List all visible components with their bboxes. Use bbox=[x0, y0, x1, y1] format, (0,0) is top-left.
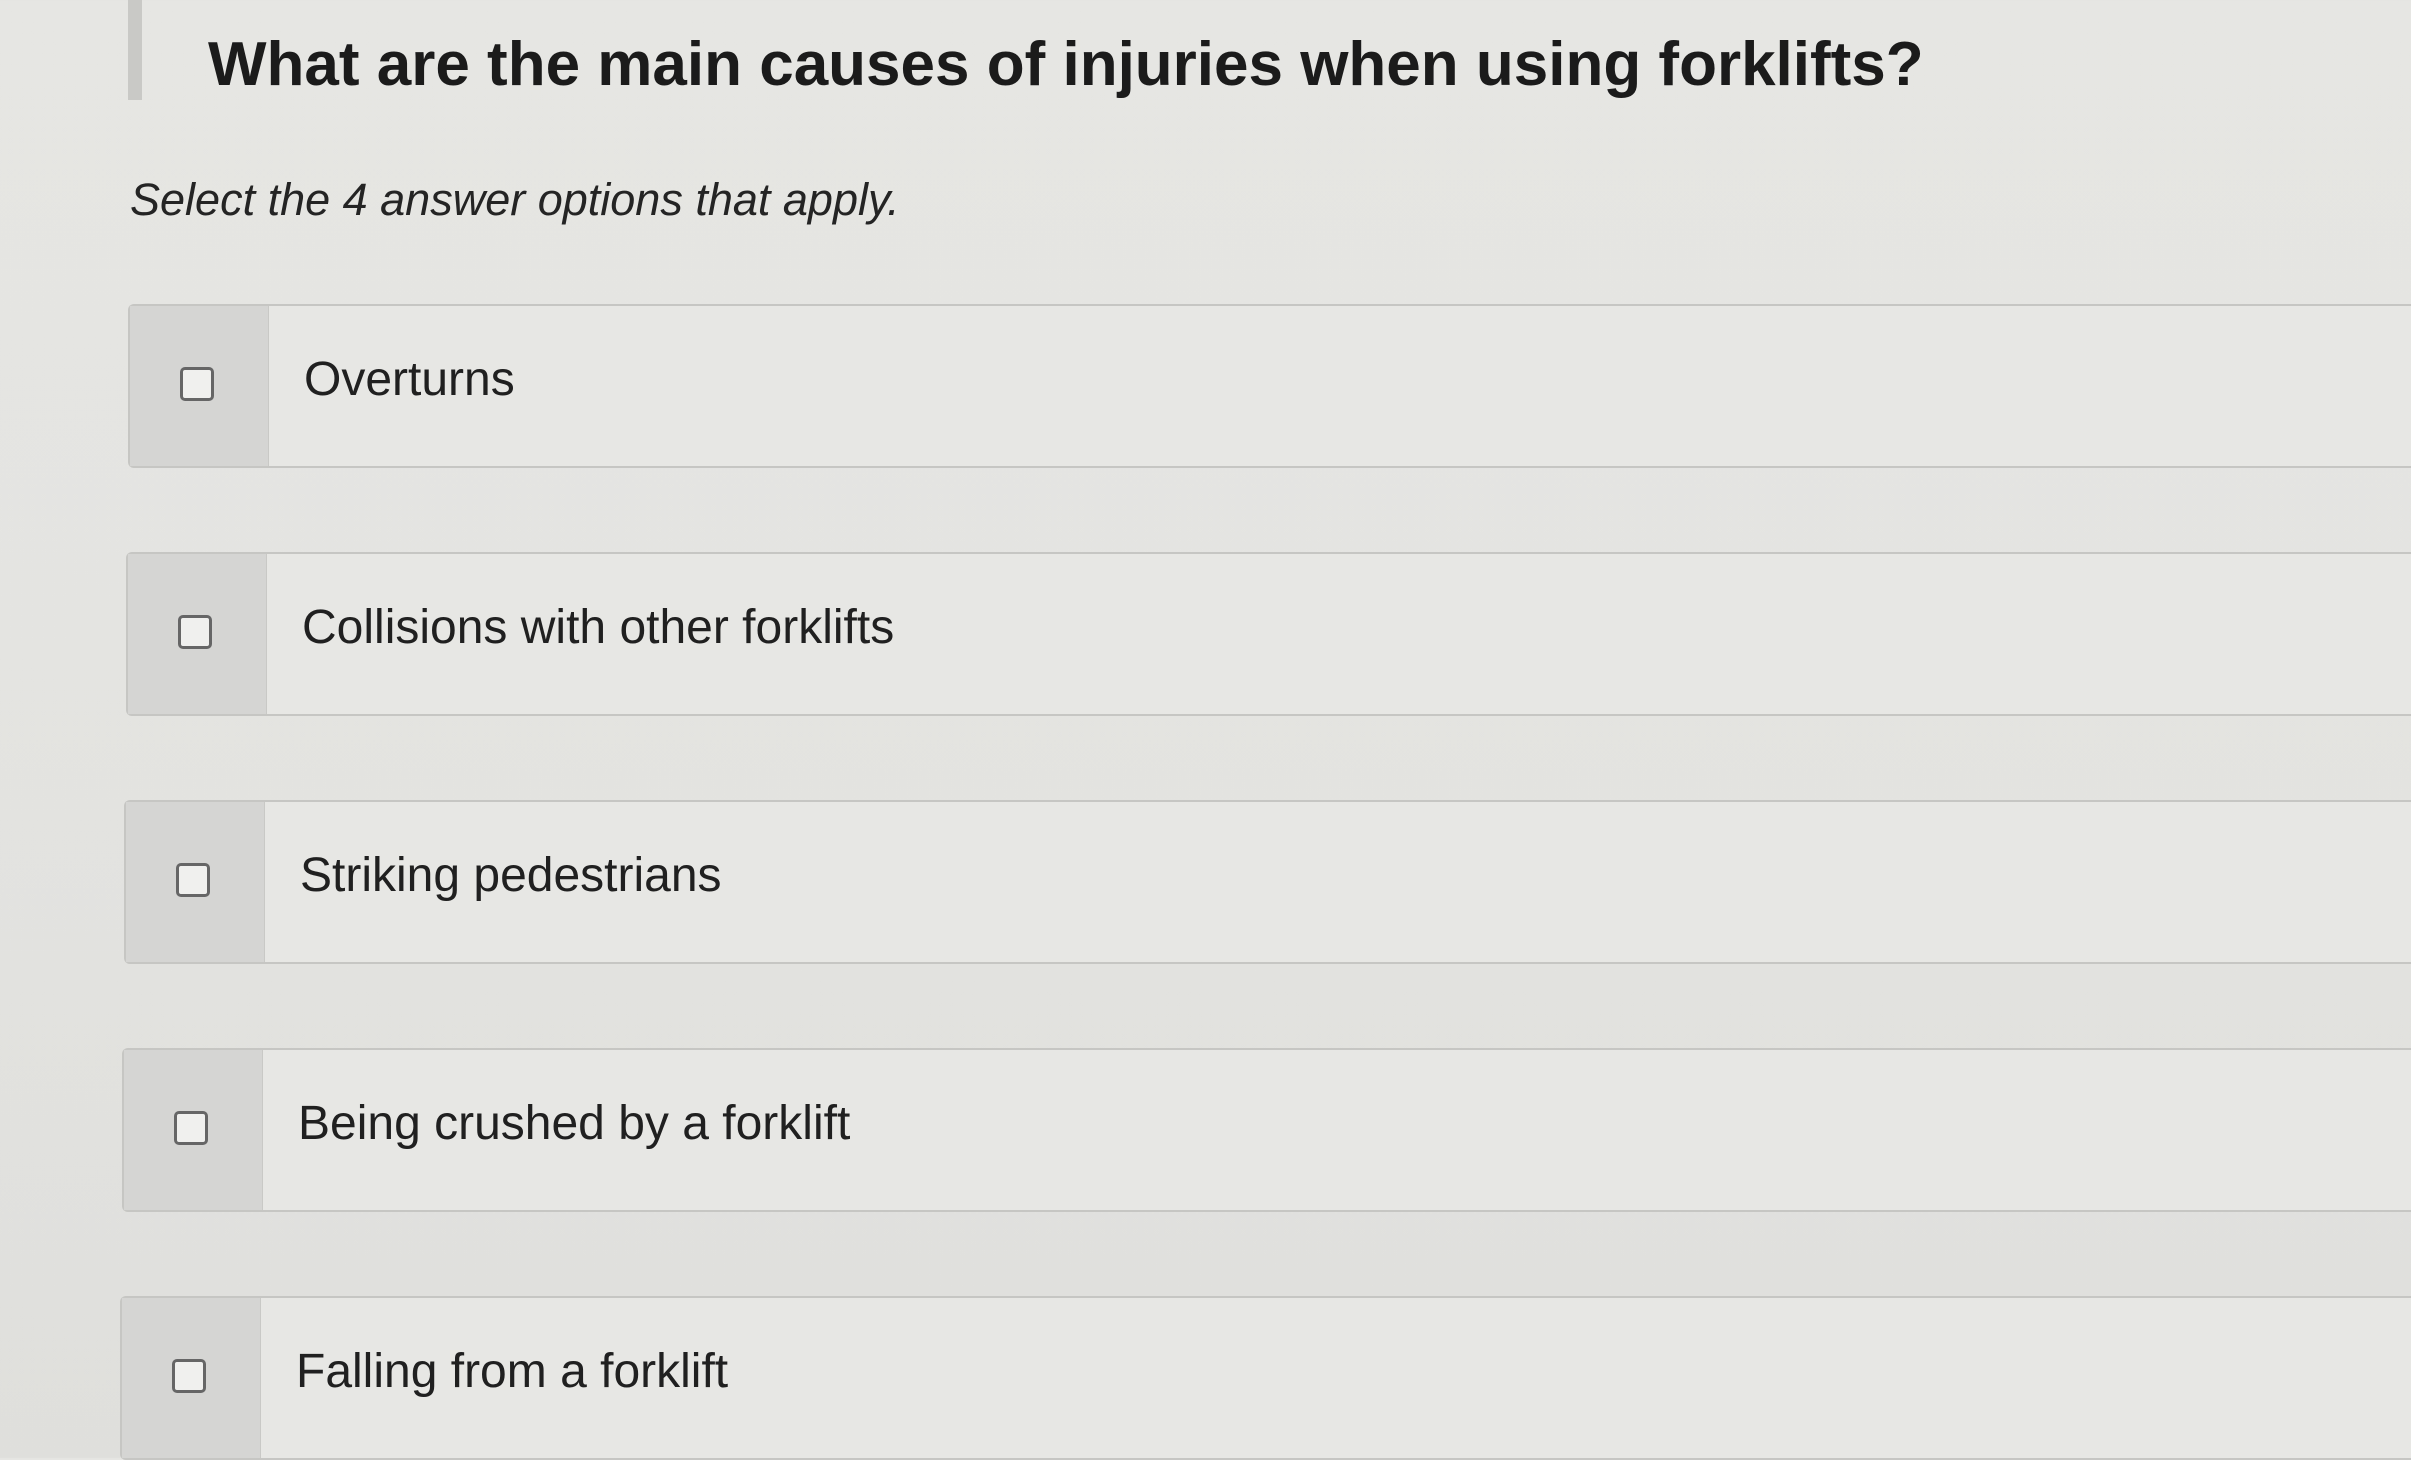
checkbox-cell[interactable] bbox=[128, 554, 267, 714]
answer-option-striking-pedestrians[interactable]: Striking pedestrians bbox=[124, 800, 2411, 964]
checkbox-icon[interactable] bbox=[176, 863, 210, 897]
checkbox-icon[interactable] bbox=[172, 1359, 206, 1393]
checkbox-cell[interactable] bbox=[122, 1298, 261, 1458]
checkbox-icon[interactable] bbox=[180, 367, 214, 401]
answer-option-being-crushed[interactable]: Being crushed by a forklift bbox=[122, 1048, 2411, 1212]
checkbox-icon[interactable] bbox=[178, 615, 212, 649]
answer-option-label: Collisions with other forklifts bbox=[302, 601, 895, 654]
answer-option-overturns[interactable]: Overturns bbox=[128, 304, 2411, 468]
answer-option-collisions[interactable]: Collisions with other forklifts bbox=[126, 552, 2411, 716]
checkbox-cell[interactable] bbox=[124, 1050, 263, 1210]
answer-option-label: Being crushed by a forklift bbox=[298, 1097, 851, 1150]
checkbox-cell[interactable] bbox=[130, 306, 269, 466]
answer-option-falling[interactable]: Falling from a forklift bbox=[120, 1296, 2411, 1460]
checkbox-cell[interactable] bbox=[126, 802, 265, 962]
checkbox-icon[interactable] bbox=[174, 1111, 208, 1145]
answer-options-list: Overturns Collisions with other forklift… bbox=[0, 0, 2411, 1460]
answer-option-label: Overturns bbox=[304, 353, 515, 406]
answer-option-label: Falling from a forklift bbox=[296, 1345, 729, 1398]
answer-option-label: Striking pedestrians bbox=[300, 849, 722, 902]
